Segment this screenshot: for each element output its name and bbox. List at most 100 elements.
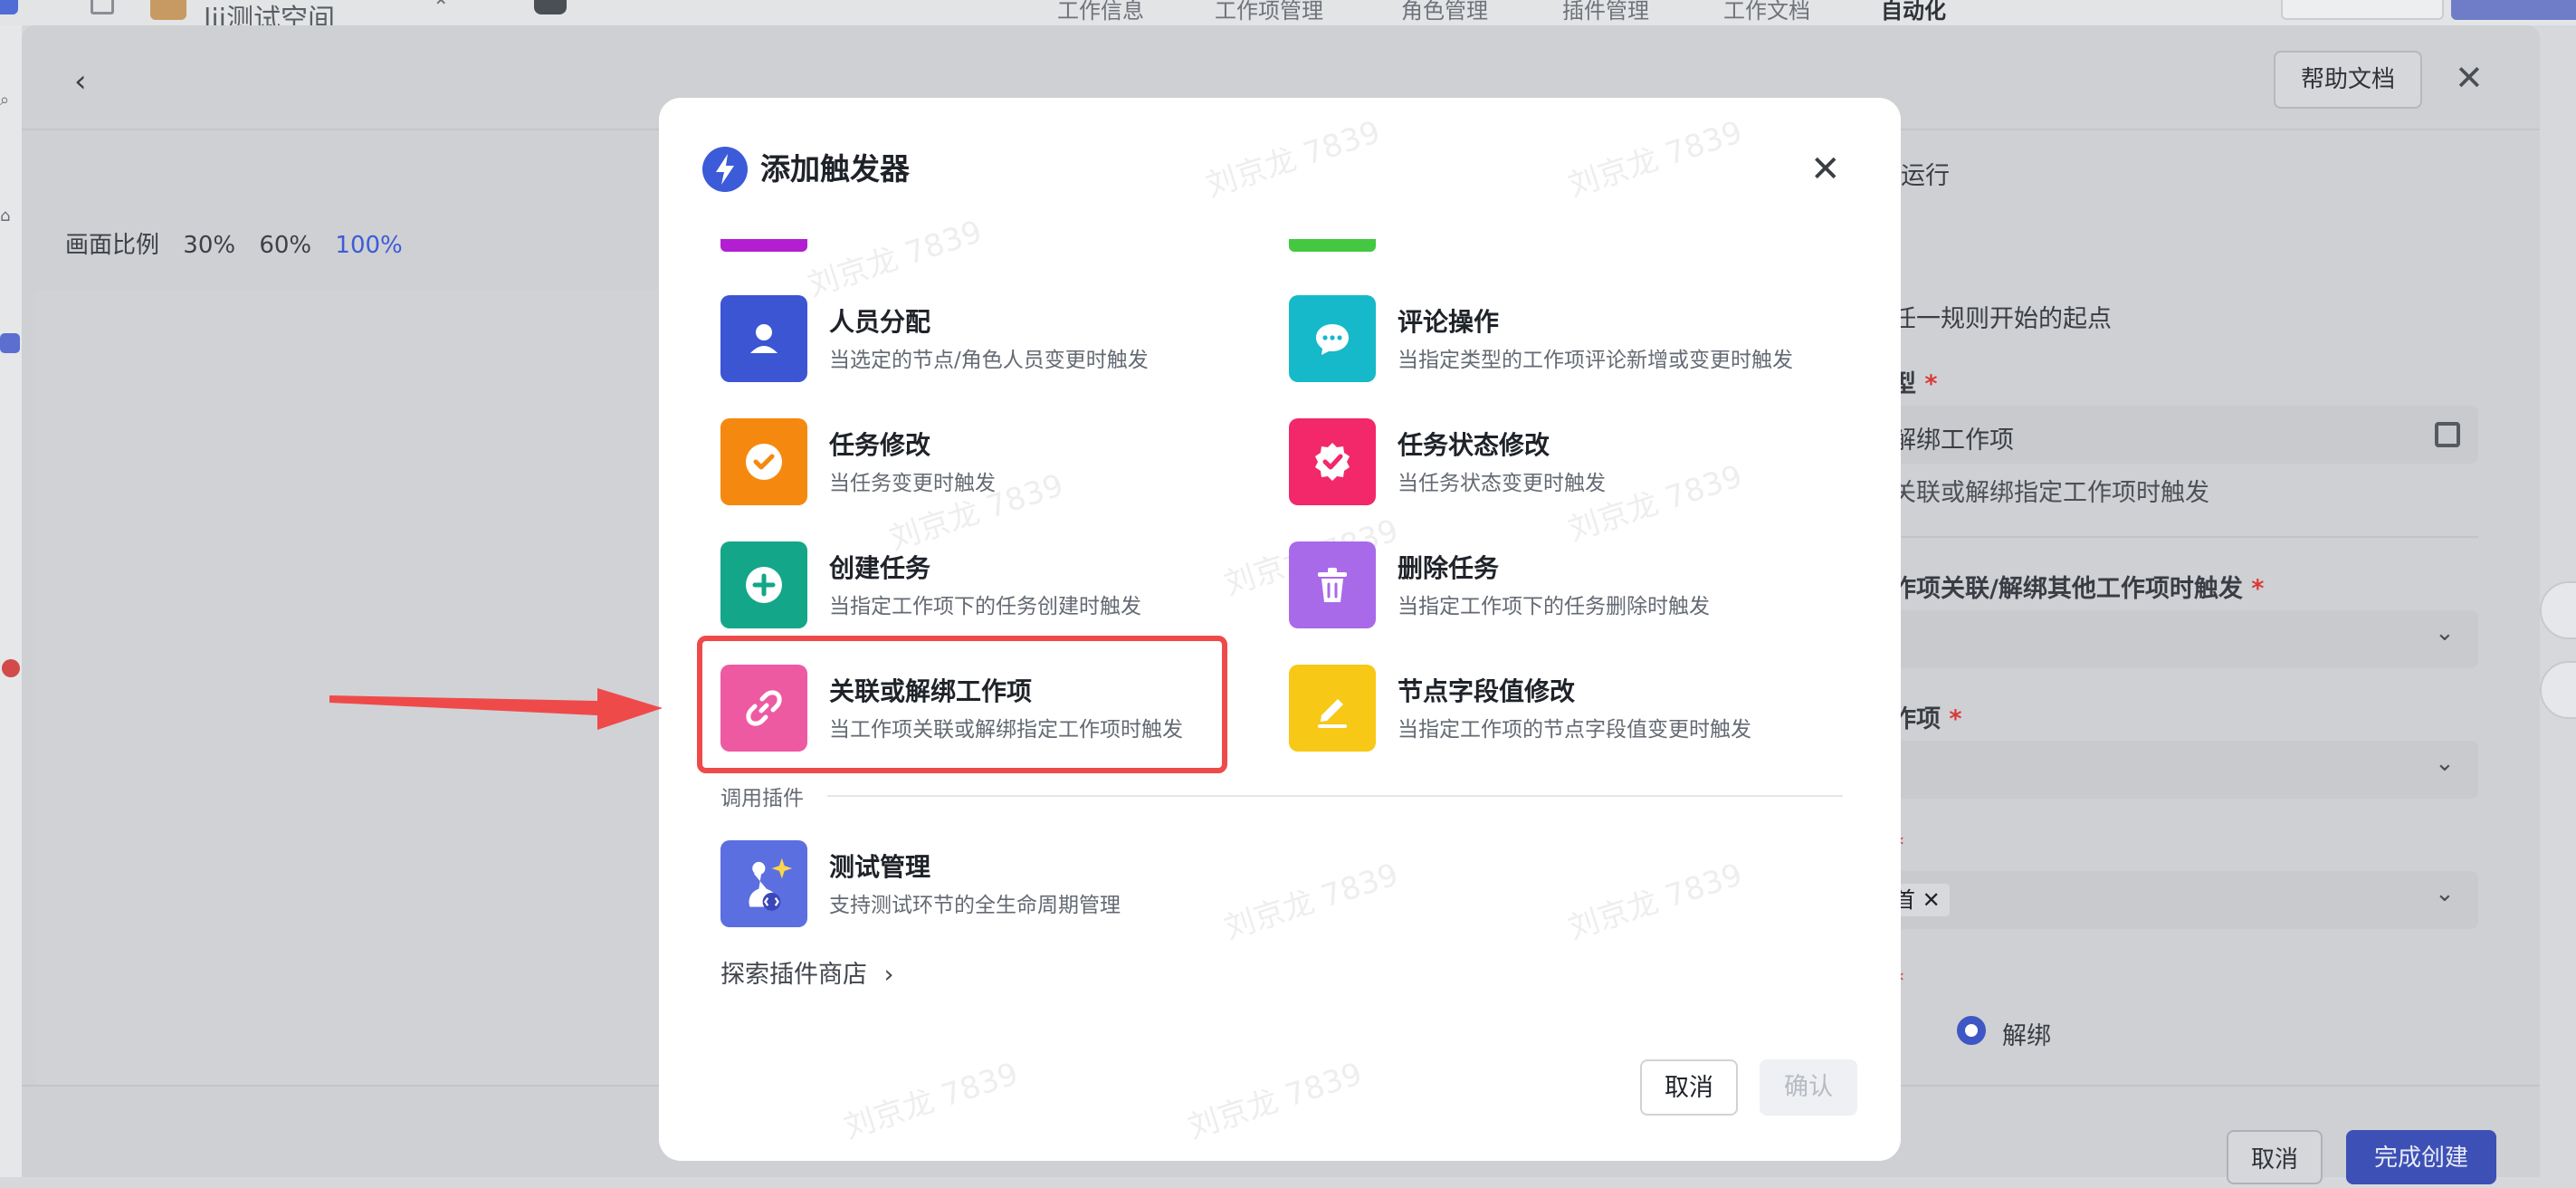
person-icon [720,295,807,382]
watermark: 刘京龙 7839 [1563,857,1747,947]
trigger-hint: 任一规则开始的起点 [1892,305,2112,333]
explore-link-text: 探索插件商店 [720,961,867,989]
workspace-avatar [150,0,186,20]
section-divider [1892,536,2478,538]
footer-cancel-button[interactable]: 取消 [2227,1130,2323,1184]
explore-plugin-store-link[interactable]: 探索插件商店 › [720,954,893,990]
collapse-icon[interactable] [91,0,114,14]
trigger-type-value: 解绑工作项 [1892,426,2014,455]
trigger-type-desc: 关联或解绑指定工作项时触发 [1892,479,2209,507]
trigger-option-node-field-modify[interactable]: 节点字段值修改 当指定工作项的节点字段值变更时触发 [1289,659,1832,759]
app-logo-icon [534,0,567,14]
trash-icon [1289,541,1376,628]
option-desc: 支持测试环节的全生命周期管理 [829,894,1121,917]
plus-circle-icon [720,541,807,628]
workitem-label: 作项 * [1892,705,1962,733]
tab-workitem-manage[interactable]: 工作项管理 [1215,0,1323,24]
option-title: 测试管理 [829,852,931,882]
apps-icon[interactable] [2435,422,2460,447]
option-title: 评论操作 [1398,307,1500,337]
option-title: 创建任务 [829,553,931,583]
ratio-label: 画面比例 [65,232,160,259]
chevron-down-icon[interactable]: ⌄ [2435,619,2455,647]
watermark: 刘京龙 7839 [839,1056,1023,1146]
lightning-icon [702,147,748,192]
modal-title: 添加触发器 [760,151,910,187]
back-arrow-icon[interactable]: ‹ [74,63,87,100]
home-icon[interactable]: ⌂ [0,206,22,225]
top-create-button[interactable] [2451,0,2576,20]
ratio-option-100[interactable]: 100% [335,232,402,259]
tab-plugin-manage[interactable]: 插件管理 [1562,0,1649,24]
chevron-down-icon[interactable]: ⌄ [2435,880,2455,907]
trigger-option-person-assign[interactable]: 人员分配 当选定的节点/角色人员变更时触发 [720,290,1264,389]
tab-work-info[interactable]: 工作信息 [1057,0,1144,24]
confirm-button[interactable]: 确认 [1760,1059,1857,1116]
option-desc: 当指定工作项的节点字段值变更时触发 [1398,718,1751,742]
highlight-box [697,636,1227,773]
top-navigation-bar: lji测试空间 ⌃ 工作信息 工作项管理 角色管理 插件管理 工作文档 自动化 [0,0,2576,35]
test-plugin-icon [720,840,807,927]
side-float-ai-button[interactable] [2540,661,2576,719]
panel-close-icon[interactable]: ✕ [2455,58,2484,98]
ratio-option-60[interactable]: 60% [259,232,311,259]
tab-work-docs[interactable]: 工作文档 [1723,0,1810,24]
chevron-updown-icon[interactable]: ⌃ [433,0,449,19]
right-tab-run[interactable]: 运行 [1901,156,1950,191]
edit-icon [1289,665,1376,752]
zoom-ratio-row: 画面比例 30% 60% 100% [65,226,419,260]
help-docs-button[interactable]: 帮助文档 [2274,51,2422,109]
scrolled-item-icon [720,239,807,252]
check-circle-icon [720,418,807,505]
option-desc: 当任务状态变更时触发 [1398,472,1606,495]
option-desc: 当指定工作项下的任务创建时触发 [829,595,1141,618]
tab-automation[interactable]: 自动化 [1881,0,1946,24]
left-sidebar: ⌕ ⌂ [0,25,22,1177]
space-icon[interactable] [0,333,20,353]
cancel-button[interactable]: 取消 [1640,1059,1738,1116]
plugin-option-test-management[interactable]: 测试管理 支持测试环节的全生命周期管理 [720,835,1264,934]
trigger-option-create-task[interactable]: 创建任务 当指定工作项下的任务创建时触发 [720,536,1264,636]
chevron-right-icon: › [883,961,894,989]
ratio-option-30[interactable]: 30% [183,232,235,259]
search-icon[interactable]: ⌕ [0,91,22,110]
trigger-option-delete-task[interactable]: 删除任务 当指定工作项下的任务删除时触发 [1289,536,1832,636]
option-desc: 当选定的节点/角色人员变更时触发 [829,349,1149,372]
comment-icon [1289,295,1376,382]
option-title: 任务修改 [829,430,931,460]
plugin-section-label: 调用插件 [720,787,804,810]
option-desc: 当指定工作项下的任务删除时触发 [1398,595,1710,618]
option-title: 人员分配 [829,307,931,337]
option-title: 删除任务 [1398,553,1500,583]
relate-label: 作项关联/解绑其他工作项时触发 * [1892,575,2265,603]
grid-icon[interactable] [0,0,18,14]
add-trigger-modal: 刘京龙 7839 刘京龙 7839 刘京龙 7839 刘京龙 7839 刘京龙 … [659,98,1901,1161]
scrolled-item-icon [1289,239,1376,252]
verified-badge-icon [1289,418,1376,505]
watermark: 刘京龙 7839 [1201,114,1385,205]
top-action-button[interactable] [2281,0,2444,20]
notification-badge [2,659,20,677]
trigger-type-field[interactable]: 解绑工作项 [1881,406,2478,464]
section-divider [827,795,1843,797]
trigger-option-task-modify[interactable]: 任务修改 当任务变更时触发 [720,413,1264,513]
option-desc: 当指定类型的工作项评论新增或变更时触发 [1398,349,1793,372]
trigger-option-comment[interactable]: 评论操作 当指定类型的工作项评论新增或变更时触发 [1289,290,1832,389]
chevron-down-icon[interactable]: ⌄ [2435,750,2455,777]
tab-role-manage[interactable]: 角色管理 [1401,0,1488,24]
close-icon[interactable]: ✕ [1810,147,1841,192]
workitem-select[interactable] [1881,741,2478,799]
unbind-radio[interactable] [1957,1016,1986,1045]
watermark: 刘京龙 7839 [1563,114,1747,205]
finish-create-button[interactable]: 完成创建 [2346,1130,2496,1184]
option-desc: 当任务变更时触发 [829,472,996,495]
unbind-radio-label: 解绑 [2002,1022,2051,1050]
relate-select[interactable] [1881,610,2478,668]
trigger-option-task-status-modify[interactable]: 任务状态修改 当任务状态变更时触发 [1289,413,1832,513]
side-float-grid-button[interactable] [2540,581,2576,639]
option-title: 任务状态修改 [1398,430,1550,460]
annotation-arrow-icon [329,688,663,730]
tag-select[interactable]: 首 ✕ [1881,871,2478,929]
option-title: 节点字段值修改 [1398,676,1576,706]
watermark: 刘京龙 7839 [1183,1056,1367,1146]
